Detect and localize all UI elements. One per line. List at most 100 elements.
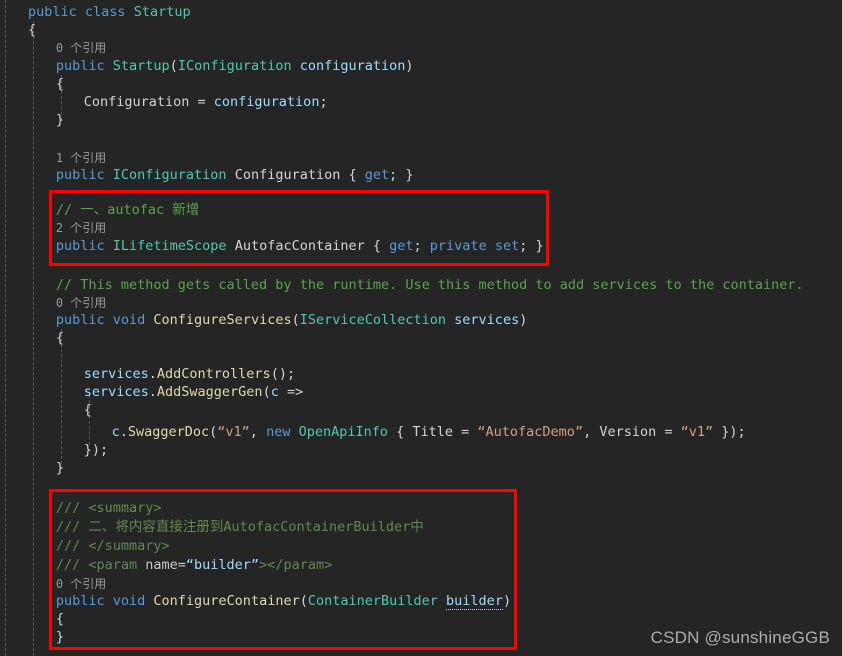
token: private: [429, 238, 495, 254]
code-line-22[interactable]: services.AddSwaggerGen(c =>: [84, 383, 304, 401]
token: “v1”: [680, 424, 714, 440]
code-line-18[interactable]: public void ConfigureServices(IServiceCo…: [56, 311, 527, 329]
token: configuration: [299, 58, 406, 74]
token: 0 个引用: [55, 296, 107, 310]
code-line-1[interactable]: public class Startup: [28, 3, 191, 21]
token: (: [299, 593, 308, 609]
code-line-16[interactable]: // This method gets called by the runtim…: [56, 276, 804, 294]
token: public: [55, 167, 113, 183]
token: .: [148, 366, 157, 382]
token: {: [55, 611, 64, 627]
code-line-24[interactable]: c.SwaggerDoc(“v1”, new OpenApiInfo { Tit…: [112, 423, 746, 441]
token: /// 二、将内容直接注册到AutofacContainerBuilder中: [55, 519, 424, 535]
token: .: [148, 384, 157, 400]
token: services: [454, 312, 520, 328]
token: ();: [270, 366, 296, 382]
token: }: [55, 460, 64, 476]
token: 0 个引用: [55, 41, 107, 55]
code-line-4[interactable]: public Startup(IConfiguration configurat…: [56, 57, 414, 75]
code-line-33[interactable]: public void ConfigureContainer(Container…: [56, 592, 511, 610]
token: {: [55, 76, 64, 92]
token: class: [84, 4, 134, 20]
token: =: [453, 424, 478, 440]
code-content[interactable]: public class Startup{0 个引用 public Startup…: [0, 0, 842, 656]
token: set: [494, 238, 520, 254]
token: ; }: [519, 238, 544, 254]
token: services: [83, 366, 149, 382]
code-line-32[interactable]: 0 个引用: [56, 575, 106, 593]
token: (: [169, 58, 178, 74]
token: ): [502, 593, 512, 609]
token: AddSwaggerGen: [156, 384, 263, 400]
code-line-6[interactable]: Configuration = configuration;: [84, 93, 328, 111]
token: configuration: [213, 94, 320, 110]
code-line-23[interactable]: {: [84, 401, 92, 419]
token: // 一、autofac 新增: [55, 202, 200, 218]
token: /// <summary>: [55, 500, 162, 516]
token: ; }: [389, 167, 414, 183]
code-editor-screenshot: public class Startup{0 个引用 public Startup…: [0, 0, 842, 656]
token: void: [112, 593, 154, 609]
token: “AutofacDemo”: [477, 424, 584, 440]
token: =: [656, 424, 681, 440]
token: /// <param: [55, 557, 146, 573]
token: IConfiguration: [177, 58, 292, 74]
token: 2 个引用: [55, 221, 107, 235]
token: name=: [145, 557, 186, 573]
code-line-26[interactable]: }: [56, 459, 64, 477]
token: Configuration: [83, 94, 190, 110]
token: public: [55, 312, 113, 328]
token: ,: [249, 424, 267, 440]
token: {: [372, 238, 390, 254]
token: Configuration: [226, 167, 349, 183]
token: c: [111, 424, 120, 440]
token: }: [55, 629, 64, 645]
code-line-31[interactable]: /// <param name=“builder”></param>: [56, 556, 332, 574]
token: });: [713, 424, 746, 440]
code-line-19[interactable]: {: [56, 329, 64, 347]
token: builder: [446, 593, 503, 610]
token: SwaggerDoc: [127, 424, 210, 440]
code-line-7[interactable]: }: [56, 111, 64, 129]
code-line-25[interactable]: });: [84, 441, 108, 459]
token: =>: [278, 384, 304, 400]
token: });: [83, 442, 109, 458]
token: AddControllers: [156, 366, 271, 382]
code-line-3[interactable]: 0 个引用: [56, 39, 106, 57]
token: ): [405, 58, 414, 74]
code-line-9[interactable]: 1 个引用: [56, 149, 106, 167]
token: .: [119, 424, 128, 440]
token: get: [364, 167, 390, 183]
code-line-21[interactable]: services.AddControllers();: [84, 365, 295, 383]
token: // This method gets called by the runtim…: [55, 277, 804, 293]
token: ConfigureServices: [153, 312, 292, 328]
token: ></param>: [259, 557, 333, 573]
code-line-29[interactable]: /// 二、将内容直接注册到AutofacContainerBuilder中: [56, 518, 424, 536]
code-line-14[interactable]: public ILifetimeScope AutofacContainer {…: [56, 237, 544, 255]
code-line-10[interactable]: public IConfiguration Configuration { ge…: [56, 166, 414, 184]
token: IServiceCollection: [299, 312, 447, 328]
token: ,: [583, 424, 600, 440]
token: 0 个引用: [55, 577, 107, 591]
code-line-28[interactable]: /// <summary>: [56, 499, 162, 517]
code-line-17[interactable]: 0 个引用: [56, 294, 106, 312]
code-line-13[interactable]: 2 个引用: [56, 219, 106, 237]
code-line-12[interactable]: // 一、autofac 新增: [56, 201, 199, 219]
code-line-5[interactable]: {: [56, 75, 64, 93]
token: OpenApiInfo: [298, 424, 388, 440]
token: services: [83, 384, 149, 400]
code-line-2[interactable]: {: [28, 21, 36, 39]
token: public: [55, 593, 113, 609]
code-line-35[interactable]: }: [56, 628, 64, 646]
code-line-30[interactable]: /// </summary>: [56, 537, 170, 555]
token: ): [519, 312, 528, 328]
token: “builder”: [185, 557, 260, 573]
code-line-34[interactable]: {: [56, 610, 64, 628]
token: AutofacContainer: [226, 238, 373, 254]
token: {: [387, 424, 413, 440]
token: ILifetimeScope: [112, 238, 227, 254]
token: ConfigureContainer: [153, 593, 300, 609]
